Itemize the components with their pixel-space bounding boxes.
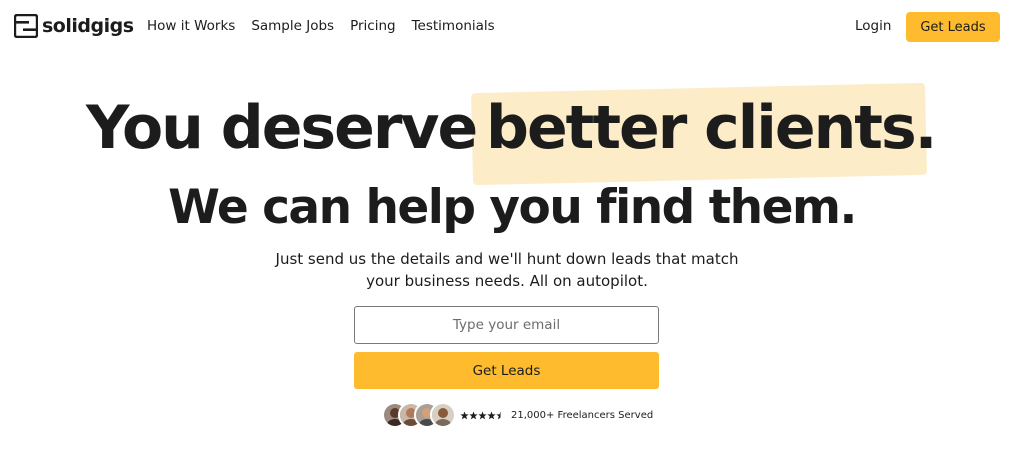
nav-link-sample-jobs[interactable]: Sample Jobs (251, 17, 334, 35)
nav-links: How it Works Sample Jobs Pricing Testimo… (147, 17, 511, 35)
star-icon (460, 410, 469, 419)
nav-link-how-it-works[interactable]: How it Works (147, 17, 235, 35)
star-icon (469, 410, 478, 419)
hero-headline: You deserve better clients. We can help … (0, 82, 1024, 235)
hero-subtitle: Just send us the details and we'll hunt … (0, 248, 1014, 292)
logo-icon (14, 14, 38, 38)
freelancers-served-text: 21,000+ Freelancers Served (511, 409, 654, 421)
subtitle-line-1: Just send us the details and we'll hunt … (275, 250, 739, 268)
avatar (430, 402, 456, 428)
email-input[interactable] (354, 306, 659, 344)
star-icon (478, 410, 487, 419)
brand-name: solidgigs (42, 15, 134, 37)
nav-link-pricing[interactable]: Pricing (350, 17, 396, 35)
social-proof: 21,000+ Freelancers Served (382, 402, 653, 428)
logo[interactable]: solidgigs (14, 14, 134, 38)
headline-highlight-text: better clients. (486, 93, 937, 163)
login-link[interactable]: Login (855, 17, 891, 35)
star-icon (487, 410, 496, 419)
headline-part-1: You deserve (86, 93, 478, 163)
headline-line-1: You deserve better clients. (0, 82, 1024, 186)
top-nav: solidgigs How it Works Sample Jobs Prici… (0, 0, 1024, 54)
nav-link-testimonials[interactable]: Testimonials (412, 17, 495, 35)
half-star-icon (496, 410, 501, 419)
nav-get-leads-button[interactable]: Get Leads (906, 12, 1000, 42)
subtitle-line-2: your business needs. All on autopilot. (366, 272, 648, 290)
get-leads-button[interactable]: Get Leads (354, 352, 659, 389)
star-rating (460, 410, 505, 420)
headline-line-2: We can help you find them. (168, 180, 857, 235)
avatar-group (382, 402, 456, 428)
